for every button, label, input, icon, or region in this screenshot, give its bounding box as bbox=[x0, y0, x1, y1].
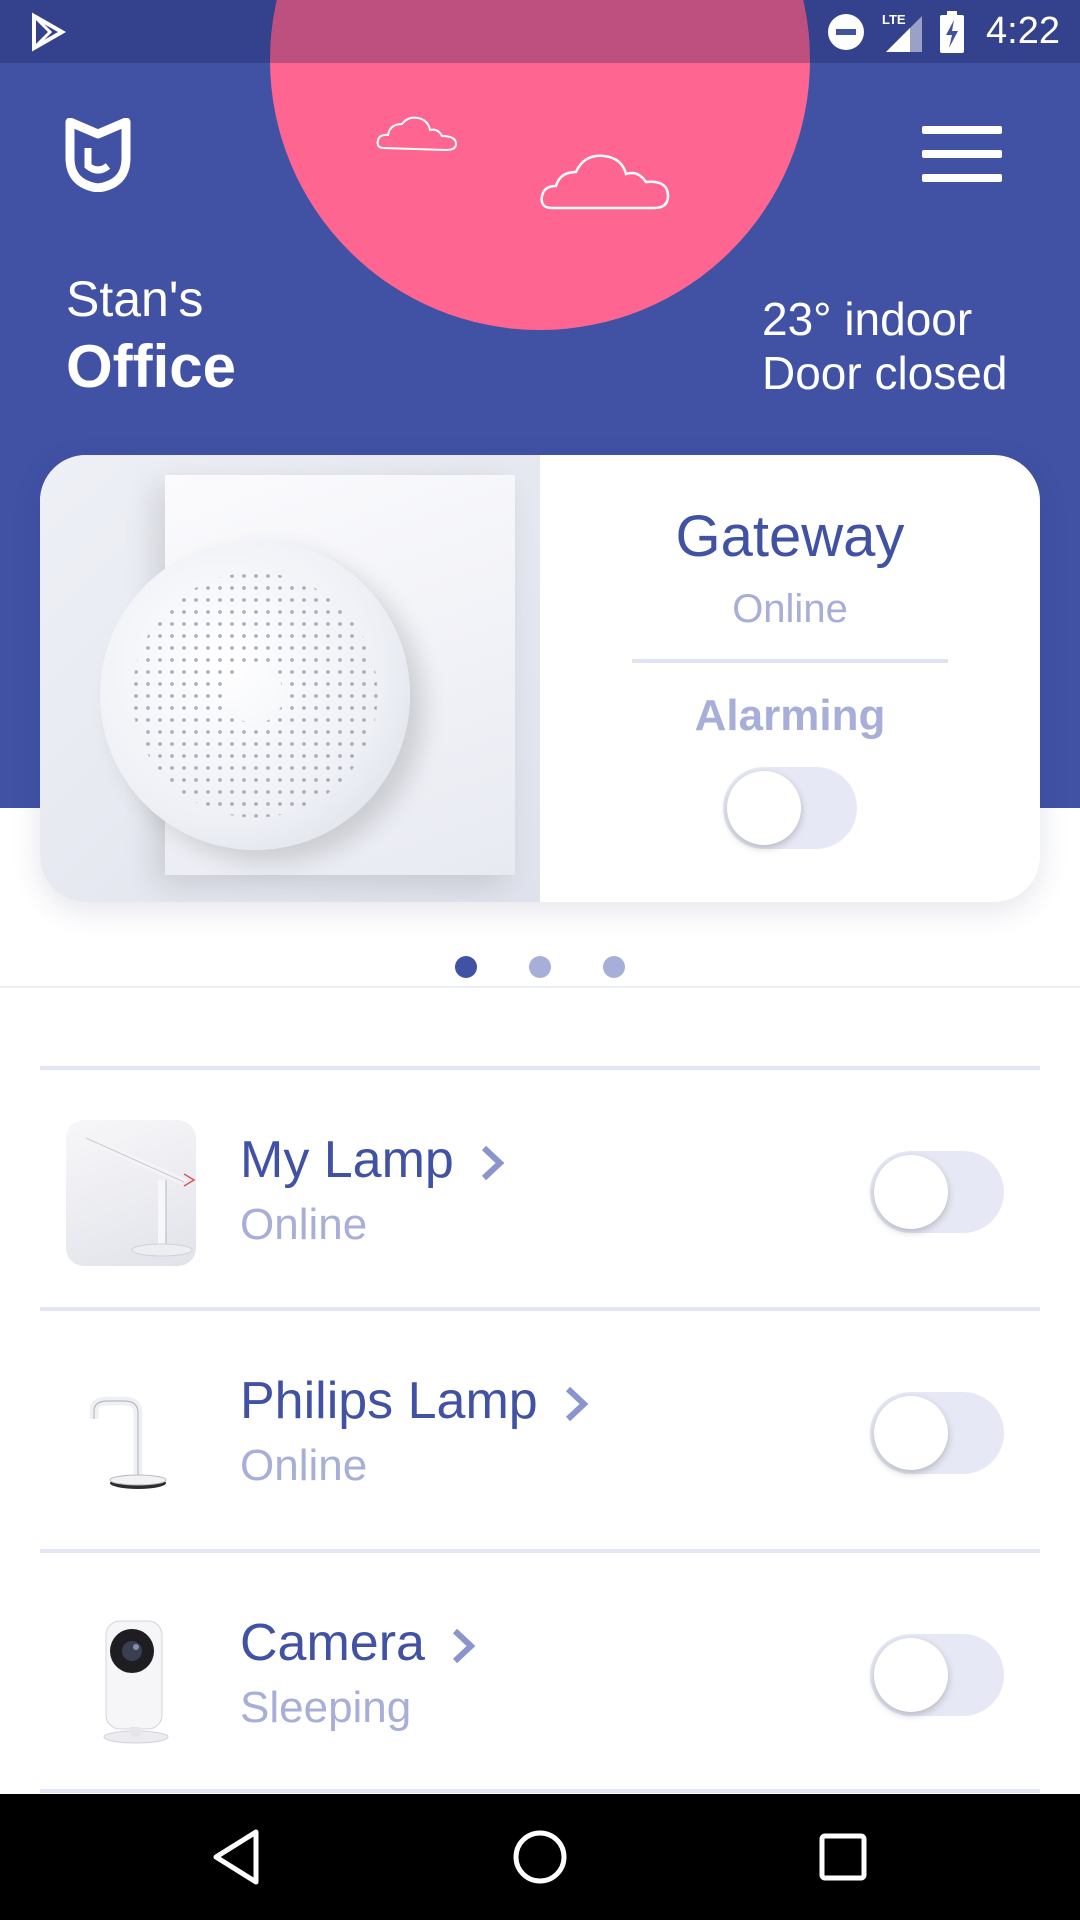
device-row-my-lamp[interactable]: My Lamp Online bbox=[40, 1070, 1040, 1310]
chevron-right-icon[interactable] bbox=[478, 1144, 506, 1182]
device-name-text: Philips Lamp bbox=[240, 1372, 538, 1430]
gateway-card[interactable]: Gateway Online Alarming bbox=[40, 455, 1040, 902]
do-not-disturb-icon bbox=[828, 13, 865, 50]
play-store-icon bbox=[32, 12, 67, 52]
device-name: Philips Lamp bbox=[240, 1371, 590, 1431]
toggle-knob bbox=[727, 771, 801, 845]
chevron-right-icon[interactable] bbox=[449, 1627, 477, 1665]
card-status: Online bbox=[732, 587, 848, 631]
desk-lamp-image bbox=[66, 1120, 196, 1266]
back-triangle-icon[interactable] bbox=[204, 1824, 270, 1890]
alarm-toggle[interactable] bbox=[723, 767, 857, 849]
list-divider bbox=[40, 1789, 1040, 1793]
door-status: Door closed bbox=[762, 347, 1008, 399]
device-name: My Lamp bbox=[240, 1130, 506, 1190]
philips-lamp-image bbox=[66, 1361, 196, 1507]
camera-image bbox=[66, 1603, 196, 1749]
device-toggle[interactable] bbox=[870, 1634, 1004, 1716]
hamburger-menu-icon[interactable] bbox=[922, 126, 1002, 182]
svg-text:LTE: LTE bbox=[882, 12, 906, 27]
temperature-status: 23° indoor bbox=[762, 293, 973, 345]
pager-dot-active[interactable] bbox=[455, 956, 477, 978]
mi-home-logo-icon[interactable] bbox=[64, 118, 132, 192]
chevron-right-icon[interactable] bbox=[562, 1385, 590, 1423]
navigation-bar bbox=[0, 1794, 1080, 1920]
toggle-knob bbox=[874, 1396, 948, 1470]
toggle-knob bbox=[874, 1155, 948, 1229]
alarm-label: Alarming bbox=[694, 691, 886, 740]
home-circle-icon[interactable] bbox=[507, 1824, 573, 1890]
device-status: Online bbox=[240, 1441, 368, 1490]
cloud-icon bbox=[540, 154, 670, 210]
device-row-philips-lamp[interactable]: Philips Lamp Online bbox=[40, 1311, 1040, 1551]
card-title: Gateway bbox=[675, 504, 905, 569]
device-row-camera[interactable]: Camera Sleeping bbox=[40, 1553, 1040, 1793]
device-toggle[interactable] bbox=[870, 1392, 1004, 1474]
pager-dot[interactable] bbox=[603, 956, 625, 978]
signal-icon: LTE bbox=[882, 12, 923, 52]
room-owner: Stan's bbox=[66, 271, 204, 327]
battery-charging-icon bbox=[940, 10, 965, 53]
cloud-icon bbox=[376, 116, 458, 152]
pager-dot[interactable] bbox=[529, 956, 551, 978]
device-name-text: Camera bbox=[240, 1614, 425, 1672]
device-name: Camera bbox=[240, 1613, 477, 1673]
gateway-device-image bbox=[40, 455, 540, 902]
section-divider bbox=[0, 986, 1080, 988]
room-name: Office bbox=[66, 333, 237, 400]
toggle-knob bbox=[874, 1638, 948, 1712]
divider bbox=[632, 659, 948, 663]
device-status: Sleeping bbox=[240, 1683, 412, 1732]
recents-square-icon[interactable] bbox=[810, 1824, 876, 1890]
status-bar: LTE 4:22 bbox=[0, 0, 1080, 63]
device-name-text: My Lamp bbox=[240, 1131, 454, 1189]
device-status: Online bbox=[240, 1200, 368, 1249]
pager-dots bbox=[0, 956, 1080, 978]
device-toggle[interactable] bbox=[870, 1151, 1004, 1233]
clock: 4:22 bbox=[986, 10, 1060, 52]
